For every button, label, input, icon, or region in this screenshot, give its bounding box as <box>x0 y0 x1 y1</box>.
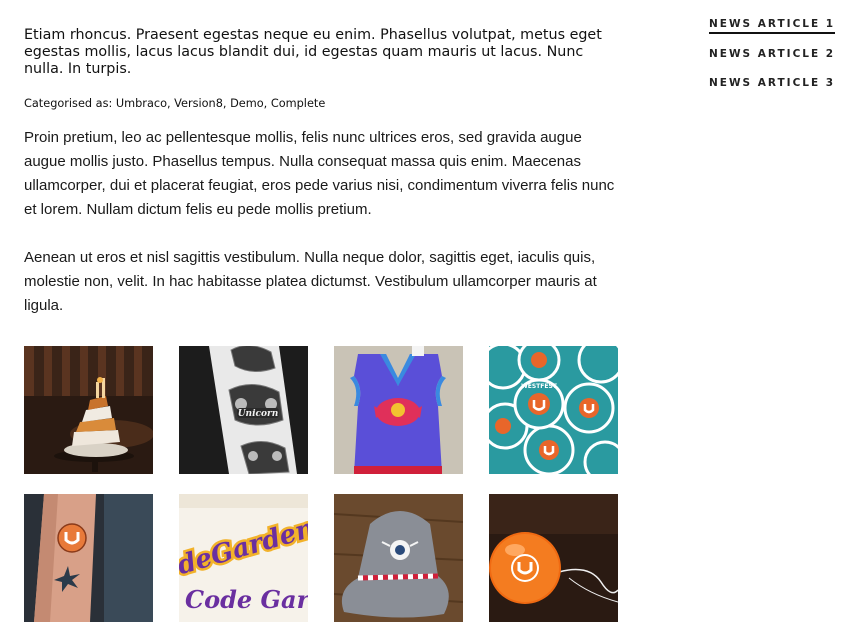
gallery-image-umbraco-stickers[interactable]: WESTFEST <box>489 346 618 474</box>
side-nav-item: NEWS ARTICLE 2 <box>709 47 835 77</box>
gallery-image-umbraco-yoyo[interactable] <box>489 494 618 622</box>
gallery-image-leg-tattoo[interactable] <box>24 494 153 622</box>
sticker-text: WESTFEST <box>521 383 558 390</box>
gallery-image-cake[interactable] <box>24 346 153 474</box>
side-nav-item: NEWS ARTICLE 3 <box>709 76 835 106</box>
side-nav-link-news-article-2[interactable]: NEWS ARTICLE 2 <box>709 47 835 62</box>
gallery-image-unicorn-stickers[interactable]: Unicorn <box>179 346 308 474</box>
gallery-image-felt-hat[interactable] <box>334 494 463 622</box>
article-main: Etiam rhoncus. Praesent egestas neque eu… <box>24 27 618 318</box>
side-nav-item: NEWS ARTICLE 1 <box>709 17 836 47</box>
side-navigation: NEWS ARTICLE 1 NEWS ARTICLE 2 NEWS ARTIC… <box>709 17 836 106</box>
side-nav-link-news-article-3[interactable]: NEWS ARTICLE 3 <box>709 76 835 91</box>
article-paragraph: Proin pretium, leo ac pellentesque molli… <box>24 129 615 218</box>
side-nav-link-news-article-1[interactable]: NEWS ARTICLE 1 <box>709 17 836 34</box>
sticker-text-bottom: Code Gard <box>185 585 308 614</box>
sticker-text: Unicorn <box>238 409 279 419</box>
article-lede: Etiam rhoncus. Praesent egestas neque eu… <box>24 27 602 77</box>
article-paragraph: Aenean ut eros et nisl sagittis vestibul… <box>24 249 597 314</box>
gallery-image-codegarden-sticker[interactable]: deGarden deGarden Code Gard <box>179 494 308 622</box>
article-categories: Categorised as: Umbraco, Version8, Demo,… <box>24 97 326 110</box>
gallery-image-knitted-vest[interactable] <box>334 346 463 474</box>
image-gallery: Unicorn WESTFEST deGarden deGarden Code … <box>24 346 618 622</box>
